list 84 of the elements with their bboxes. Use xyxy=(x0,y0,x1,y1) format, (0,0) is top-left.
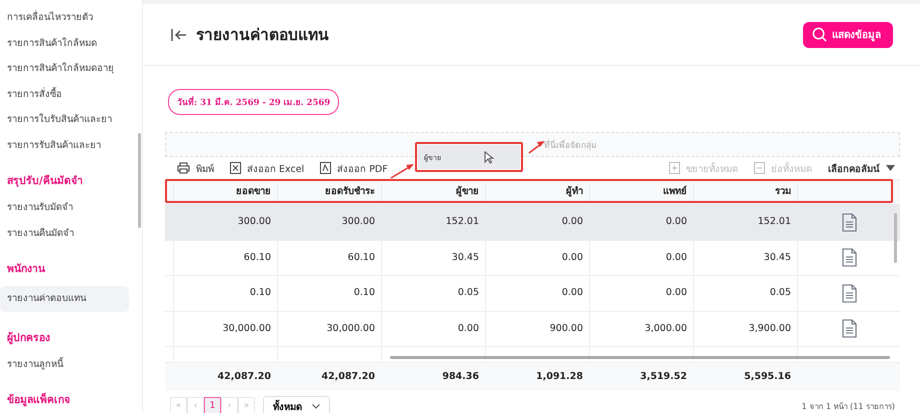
sidebar-item[interactable]: รายงานค่าตอบแทน xyxy=(0,286,129,312)
page-summary: 1 จาก 1 หน้า (11 รายการ) xyxy=(802,400,895,412)
sidebar-item[interactable]: รายการรับสินค้าและยา xyxy=(0,132,129,158)
toolbar-button[interactable]: พิมพ์ xyxy=(177,160,214,176)
table-cell: 152.01 xyxy=(693,205,797,240)
sidebar-item[interactable]: รายการใบรับสินค้าและยา xyxy=(0,107,129,132)
table-cell: 0.00 xyxy=(589,240,693,275)
section-heading: ผู้ปกครอง xyxy=(6,330,51,346)
table-cell: 30,000.00 xyxy=(277,312,381,346)
sidebar-item[interactable]: รายการสั่งซื้อ xyxy=(0,82,129,107)
sidebar-item[interactable]: รายงานรับมัดจำ xyxy=(0,195,129,220)
total-cell-text: 1,091.28 xyxy=(535,370,584,384)
sidebar-item[interactable]: รายการสินค้าใกล้หมด xyxy=(0,30,129,56)
column-header[interactable]: ผู้ขาย xyxy=(381,180,485,204)
column-chooser-button[interactable]: เลือกคอลัมน์ xyxy=(828,160,895,176)
total-cell-text: 42,087.20 xyxy=(216,370,272,384)
table-cell: 0.00 xyxy=(381,312,485,346)
table-row[interactable]: 300.00 300.00 152.01 0.00 0.00 152.01 xyxy=(165,205,900,240)
table-cell: 3,900.00 xyxy=(693,312,797,346)
table-cell: 0.05 xyxy=(381,276,485,310)
table-row[interactable]: 60.10 60.10 30.45 0.00 0.00 30.45 xyxy=(165,240,900,276)
table-cell: 0.00 xyxy=(485,205,589,240)
table-cell: 3,000.00 xyxy=(589,312,693,346)
annotation-arrow xyxy=(390,161,416,179)
cursor-icon xyxy=(484,150,494,164)
total-cell-text: 984.36 xyxy=(441,370,480,384)
minus-square-icon xyxy=(754,162,765,174)
page-size-dropdown[interactable]: ทั้งหมด xyxy=(263,396,330,413)
table-cell: 30.45 xyxy=(693,240,797,275)
total-cell-text: 5,595.16 xyxy=(743,370,792,384)
sidebar-item[interactable]: รายงานคืนมัดจำ xyxy=(0,220,129,246)
document-icon[interactable] xyxy=(842,248,856,268)
sidebar-item[interactable]: รายงานลูกหนี้ xyxy=(0,352,129,377)
column-header[interactable]: แพทย์ xyxy=(589,180,693,204)
total-cell-text: 42,087.20 xyxy=(320,370,376,384)
table-cell: 0.10 xyxy=(173,276,277,310)
column-header[interactable]: ยอดรับชำระ xyxy=(277,180,381,204)
document-icon[interactable] xyxy=(842,284,856,303)
spreadsheet-icon xyxy=(230,162,241,174)
collapse-left-icon[interactable] xyxy=(171,28,187,42)
total-cell-text: 3,519.52 xyxy=(639,370,688,384)
table-cell: 60.10 xyxy=(277,240,381,275)
table-row[interactable]: 0.10 0.10 0.05 0.00 0.00 0.05 xyxy=(165,276,900,312)
show-data-button[interactable]: แสดงข้อมูล xyxy=(803,22,893,48)
table-row[interactable]: 30,000.00 30,000.00 0.00 900.00 3,000.00 3,900.00 xyxy=(165,312,900,347)
table-cell: 300.00 xyxy=(277,205,381,240)
document-icon[interactable] xyxy=(842,319,856,338)
table-cell: 300.00 xyxy=(173,205,277,240)
group-hint: ที่นี่เพื่อจัดกลุ่ม xyxy=(544,138,597,152)
plus-square-icon xyxy=(669,162,680,174)
page-button[interactable]: 1 xyxy=(204,396,221,413)
annotation-arrow xyxy=(528,140,546,154)
printer-icon xyxy=(177,162,190,174)
sidebar-item[interactable]: การเคลื่อนไหวรายตัว xyxy=(0,5,129,30)
page-title: รายงานค่าตอบแทน xyxy=(196,25,330,46)
chevron-down-icon xyxy=(312,404,320,408)
document-icon xyxy=(320,162,332,174)
scrollbar[interactable] xyxy=(894,213,897,263)
table-cell: 0.00 xyxy=(589,276,693,310)
scrollbar[interactable] xyxy=(138,133,141,228)
column-header[interactable]: รวม xyxy=(693,180,797,204)
toolbar-button[interactable]: ส่งออก Excel xyxy=(230,160,304,176)
table-cell: 60.10 xyxy=(173,240,277,275)
section-heading: สรุปรับ/คืนมัดจำ xyxy=(6,174,84,189)
sidebar-item[interactable]: รายการสินค้าใกล้หมดอายุ xyxy=(0,56,129,82)
table-cell: 0.00 xyxy=(589,205,693,240)
section-heading: ข้อมูลแพ็คเกจ xyxy=(6,392,71,408)
caret-icon xyxy=(886,165,895,171)
toolbar-button[interactable]: ส่งออก PDF xyxy=(320,160,388,176)
document-icon[interactable] xyxy=(842,212,856,232)
table-cell: 0.10 xyxy=(277,276,381,310)
search-icon xyxy=(812,27,827,42)
table-cell: 900.00 xyxy=(485,312,589,346)
table-cell: 0.05 xyxy=(693,276,797,310)
section-heading: พนักงาน xyxy=(6,262,46,277)
table-cell: 30,000.00 xyxy=(173,312,277,346)
table-cell: 30.45 xyxy=(381,240,485,275)
table-cell: 152.01 xyxy=(381,205,485,240)
scrollbar[interactable] xyxy=(390,356,890,359)
table-cell: 0.00 xyxy=(485,240,589,275)
column-header[interactable]: ผู้ทำ xyxy=(485,180,589,204)
column-header[interactable]: ยอดขาย xyxy=(173,180,277,204)
table-cell: 0.00 xyxy=(485,276,589,310)
date-range-badge: วันที่: 31 มี.ค. 2569 - 29 เม.ย. 2569 xyxy=(168,89,340,115)
